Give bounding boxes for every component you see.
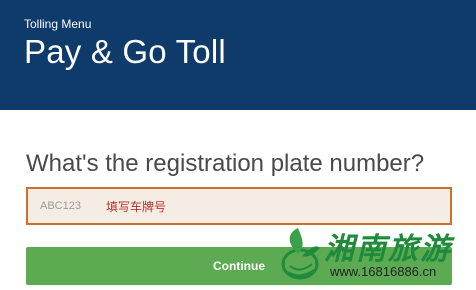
leaf-swirl-icon (281, 228, 320, 280)
page-header: Tolling Menu Pay & Go Toll (0, 0, 476, 110)
plate-input-placeholder: ABC123 (40, 200, 81, 212)
page-title: Pay & Go Toll (24, 33, 226, 70)
plate-question-label: What's the registration plate number? (26, 150, 425, 177)
plate-number-input[interactable]: ABC123 填写车牌号 (26, 187, 452, 225)
breadcrumb[interactable]: Tolling Menu (24, 17, 91, 31)
watermark: 湘南旅游 www.16816886.cn (276, 224, 472, 286)
watermark-url: www.16816886.cn (330, 264, 437, 279)
plate-hint-annotation: 填写车牌号 (106, 200, 167, 214)
watermark-site-name: 湘南旅游 (324, 232, 452, 267)
